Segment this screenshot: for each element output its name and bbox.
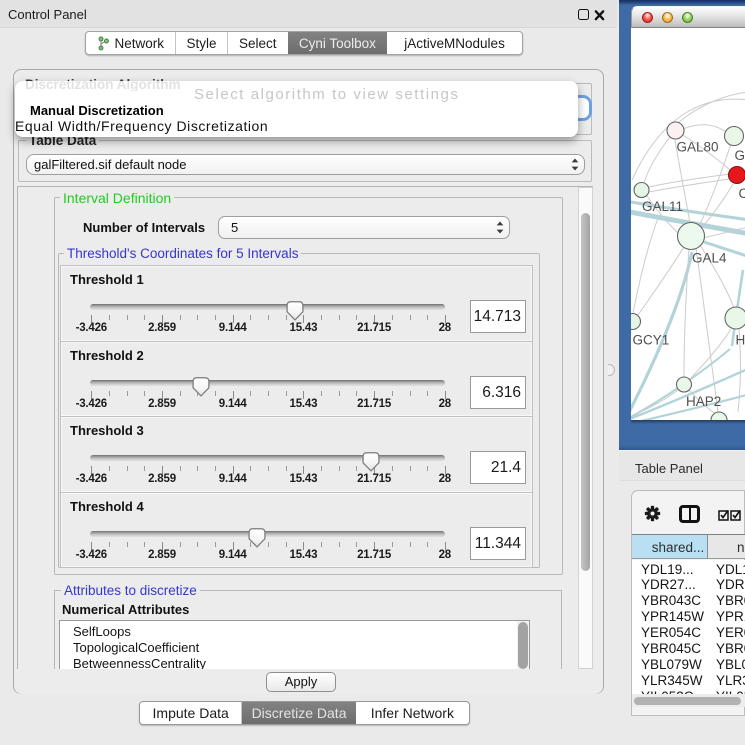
svg-text:GAL11: GAL11 (642, 199, 683, 214)
svg-text:GAL4: GAL4 (692, 251, 727, 266)
svg-text:H: H (736, 333, 745, 348)
svg-text:GCY1: GCY1 (633, 333, 670, 348)
svg-text:HAP2: HAP2 (686, 394, 721, 409)
svg-text:C: C (739, 186, 745, 201)
svg-text:GAL80: GAL80 (677, 140, 719, 155)
svg-text:GA: GA (735, 148, 745, 163)
